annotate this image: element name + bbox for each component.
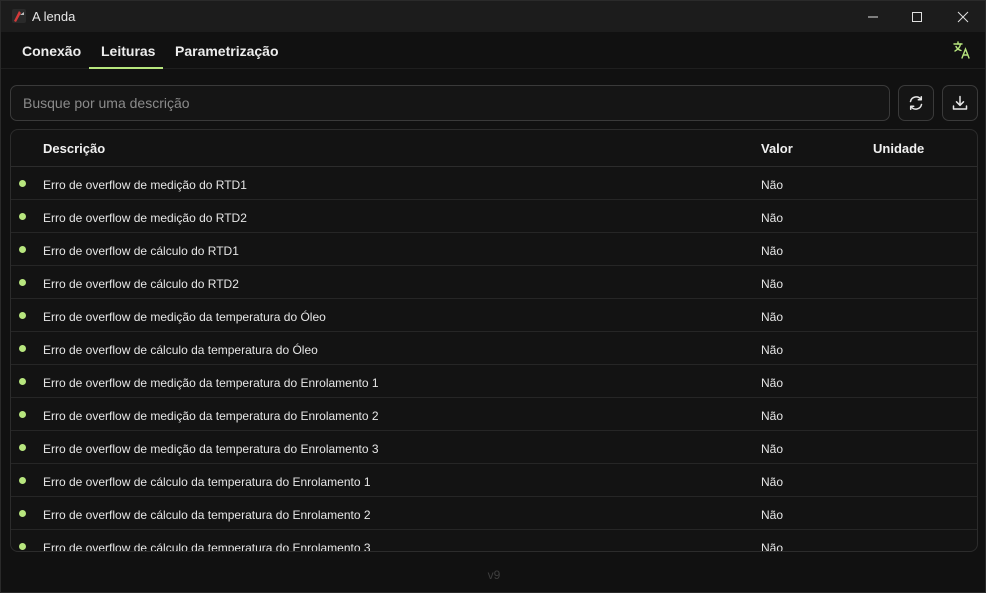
title-bar[interactable]: A lenda <box>1 1 985 32</box>
cell-descricao: Erro de overflow de cálculo da temperatu… <box>43 541 371 552</box>
table-row[interactable]: Erro de overflow de cálculo da temperatu… <box>11 530 977 552</box>
cell-valor: Não <box>761 442 784 456</box>
cell-descricao: Erro de overflow de medição do RTD2 <box>43 211 247 225</box>
readings-table: Descrição Valor Unidade Erro de overflow… <box>10 129 978 552</box>
table-row[interactable]: Erro de overflow de medição do RTD1 Não <box>11 167 977 200</box>
cell-descricao: Erro de overflow de cálculo do RTD2 <box>43 277 239 291</box>
cell-valor: Não <box>761 475 784 489</box>
status-dot <box>19 345 26 352</box>
table-row[interactable]: Erro de overflow de cálculo da temperatu… <box>11 497 977 530</box>
maximize-icon <box>912 11 922 22</box>
window-title: A lenda <box>32 9 76 24</box>
status-dot <box>19 279 26 286</box>
status-dot <box>19 312 26 319</box>
translate-icon[interactable] <box>951 39 973 61</box>
refresh-button[interactable] <box>898 85 934 121</box>
column-header-valor[interactable]: Valor <box>761 141 793 156</box>
cell-valor: Não <box>761 310 784 324</box>
status-dot <box>19 510 26 517</box>
status-dot <box>19 378 26 385</box>
minimize-icon <box>868 16 878 17</box>
minimize-button[interactable] <box>850 1 896 32</box>
status-dot <box>19 180 26 187</box>
close-button[interactable] <box>940 1 986 32</box>
download-icon <box>952 95 968 110</box>
status-dot <box>19 477 26 484</box>
status-dot <box>19 246 26 253</box>
tab-bar: Conexão Leituras Parametrização <box>1 32 985 69</box>
cell-valor: Não <box>761 211 784 225</box>
status-dot <box>19 444 26 451</box>
version-label: v9 <box>487 568 501 582</box>
column-header-descricao[interactable]: Descrição <box>43 141 105 156</box>
table-body[interactable]: Erro de overflow de medição do RTD1 Não E… <box>11 167 977 552</box>
cell-valor: Não <box>761 343 784 357</box>
status-dot <box>19 411 26 418</box>
status-dot <box>19 543 26 550</box>
cell-valor: Não <box>761 178 784 192</box>
cell-valor: Não <box>761 244 784 258</box>
cell-valor: Não <box>761 541 784 552</box>
cell-valor: Não <box>761 376 784 390</box>
table-row[interactable]: Erro de overflow de medição da temperatu… <box>11 299 977 332</box>
refresh-icon <box>909 96 923 110</box>
cell-valor: Não <box>761 508 784 522</box>
cell-descricao: Erro de overflow de medição do RTD1 <box>43 178 247 192</box>
cell-descricao: Erro de overflow de medição da temperatu… <box>43 310 326 324</box>
tab-conexao[interactable]: Conexão <box>22 43 81 59</box>
close-icon <box>957 11 969 22</box>
table-row[interactable]: Erro de overflow de medição da temperatu… <box>11 431 977 464</box>
search-input[interactable] <box>11 86 889 120</box>
cell-descricao: Erro de overflow de cálculo da temperatu… <box>43 343 318 357</box>
cell-descricao: Erro de overflow de cálculo do RTD1 <box>43 244 239 258</box>
app-window: A lenda Conexão Leituras Parametrização <box>0 0 986 593</box>
table-row[interactable]: Erro de overflow de medição da temperatu… <box>11 398 977 431</box>
cell-descricao: Erro de overflow de cálculo da temperatu… <box>43 508 371 522</box>
cell-valor: Não <box>761 409 784 423</box>
table-row[interactable]: Erro de overflow de cálculo da temperatu… <box>11 464 977 497</box>
active-tab-indicator <box>89 67 163 69</box>
table-row[interactable]: Erro de overflow de cálculo do RTD1 Não <box>11 233 977 266</box>
table-header: Descrição Valor Unidade <box>11 130 977 167</box>
tab-parametrizacao[interactable]: Parametrização <box>175 43 279 59</box>
table-row[interactable]: Erro de overflow de medição do RTD2 Não <box>11 200 977 233</box>
cell-descricao: Erro de overflow de medição da temperatu… <box>43 442 379 456</box>
table-row[interactable]: Erro de overflow de cálculo do RTD2 Não <box>11 266 977 299</box>
search-box[interactable] <box>10 85 890 121</box>
cell-descricao: Erro de overflow de cálculo da temperatu… <box>43 475 371 489</box>
tab-leituras[interactable]: Leituras <box>101 43 155 59</box>
maximize-button[interactable] <box>894 1 940 32</box>
cell-valor: Não <box>761 277 784 291</box>
column-header-unidade[interactable]: Unidade <box>873 141 924 156</box>
status-dot <box>19 213 26 220</box>
cell-descricao: Erro de overflow de medição da temperatu… <box>43 409 379 423</box>
app-logo-icon <box>12 9 26 23</box>
cell-descricao: Erro de overflow de medição da temperatu… <box>43 376 379 390</box>
table-row[interactable]: Erro de overflow de medição da temperatu… <box>11 365 977 398</box>
download-button[interactable] <box>942 85 978 121</box>
table-row[interactable]: Erro de overflow de cálculo da temperatu… <box>11 332 977 365</box>
